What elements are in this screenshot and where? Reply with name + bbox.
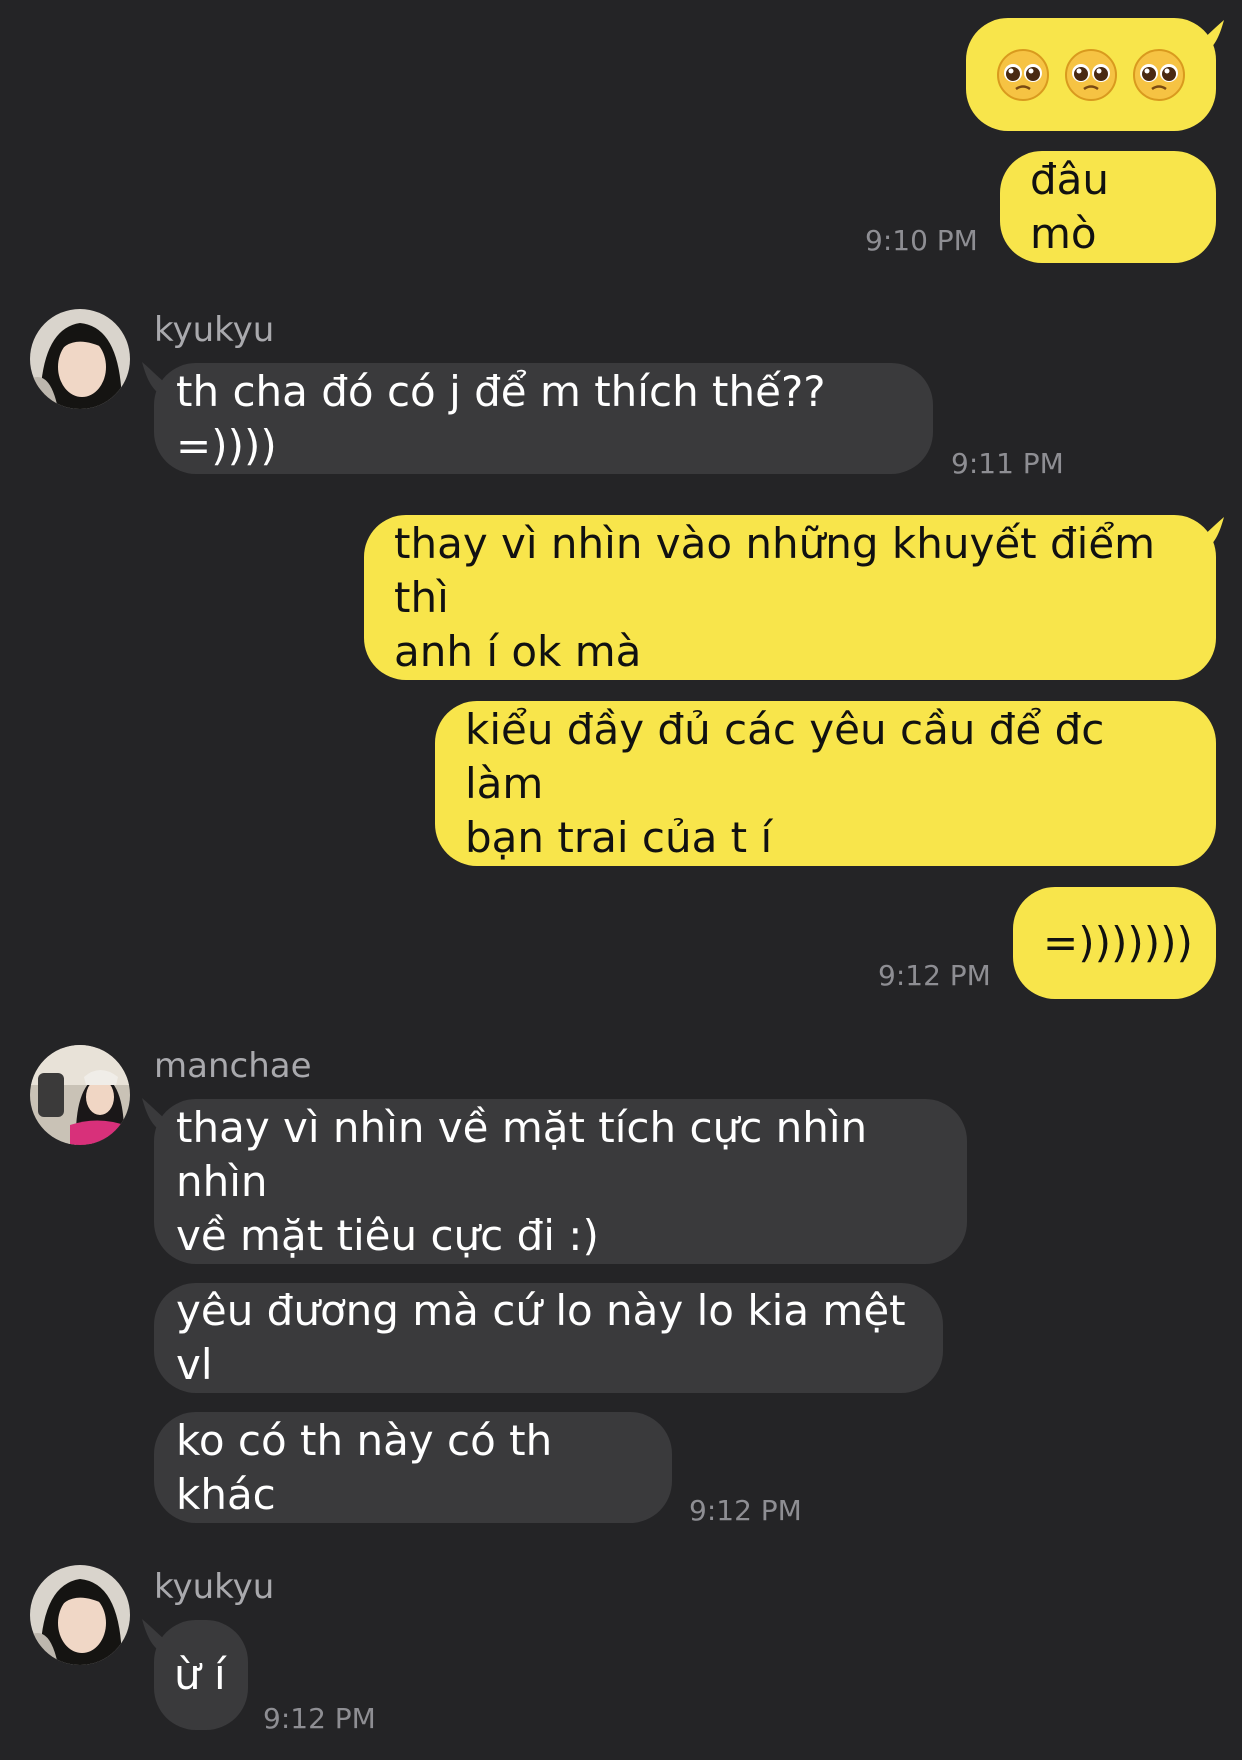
message-text: thay vì nhìn về mặt tích cực nhìn nhìn v… — [176, 1102, 868, 1260]
message-text: đâu mò — [1030, 155, 1123, 258]
timestamp: 9:10 PM — [865, 224, 978, 257]
message-text: =))))))) — [1043, 918, 1193, 967]
chat-thread[interactable]: 9:10 PM đâu mò kyukyu th cha đó có j để … — [0, 0, 1242, 1760]
message-bubble-incoming[interactable]: ừ í — [154, 1620, 248, 1730]
timestamp: 9:12 PM — [263, 1702, 376, 1735]
bubble-tail-outgoing — [1190, 517, 1224, 551]
message-text: thay vì nhìn vào những khuyết điểm thì a… — [394, 518, 1156, 676]
message-bubble-outgoing[interactable]: =))))))) — [1013, 887, 1216, 999]
avatar-kyukyu[interactable] — [30, 1565, 130, 1665]
message-bubble-outgoing[interactable]: kiểu đầy đủ các yêu cầu để đc làm bạn tr… — [435, 701, 1216, 866]
timestamp: 9:12 PM — [689, 1494, 802, 1527]
message-bubble-incoming[interactable]: thay vì nhìn về mặt tích cực nhìn nhìn v… — [154, 1099, 967, 1264]
timestamp: 9:11 PM — [951, 447, 1064, 480]
message-bubble-incoming[interactable]: th cha đó có j để m thích thế?? =)))) — [154, 363, 933, 474]
message-text: yêu đương mà cứ lo này lo kia mệt vl — [176, 1286, 919, 1389]
sender-name: manchae — [154, 1046, 312, 1086]
timestamp: 9:12 PM — [878, 959, 991, 992]
sender-name: kyukyu — [154, 310, 275, 350]
message-text: ừ í — [174, 1650, 226, 1699]
sender-name: kyukyu — [154, 1567, 275, 1607]
message-bubble-incoming[interactable]: yêu đương mà cứ lo này lo kia mệt vl — [154, 1283, 943, 1393]
avatar-kyukyu[interactable] — [30, 309, 130, 409]
message-bubble-outgoing[interactable]: thay vì nhìn vào những khuyết điểm thì a… — [364, 515, 1216, 680]
message-bubble-incoming[interactable]: ko có th này có th khác — [154, 1412, 672, 1523]
message-bubble-outgoing[interactable] — [966, 18, 1216, 131]
message-text: ko có th này có th khác — [176, 1415, 566, 1519]
message-bubble-outgoing[interactable]: đâu mò — [1000, 151, 1216, 263]
avatar-manchae[interactable] — [30, 1045, 130, 1145]
bubble-tail-outgoing — [1190, 20, 1224, 54]
message-text: th cha đó có j để m thích thế?? =)))) — [176, 366, 839, 470]
message-text: kiểu đầy đủ các yêu cầu để đc làm bạn tr… — [465, 704, 1105, 862]
